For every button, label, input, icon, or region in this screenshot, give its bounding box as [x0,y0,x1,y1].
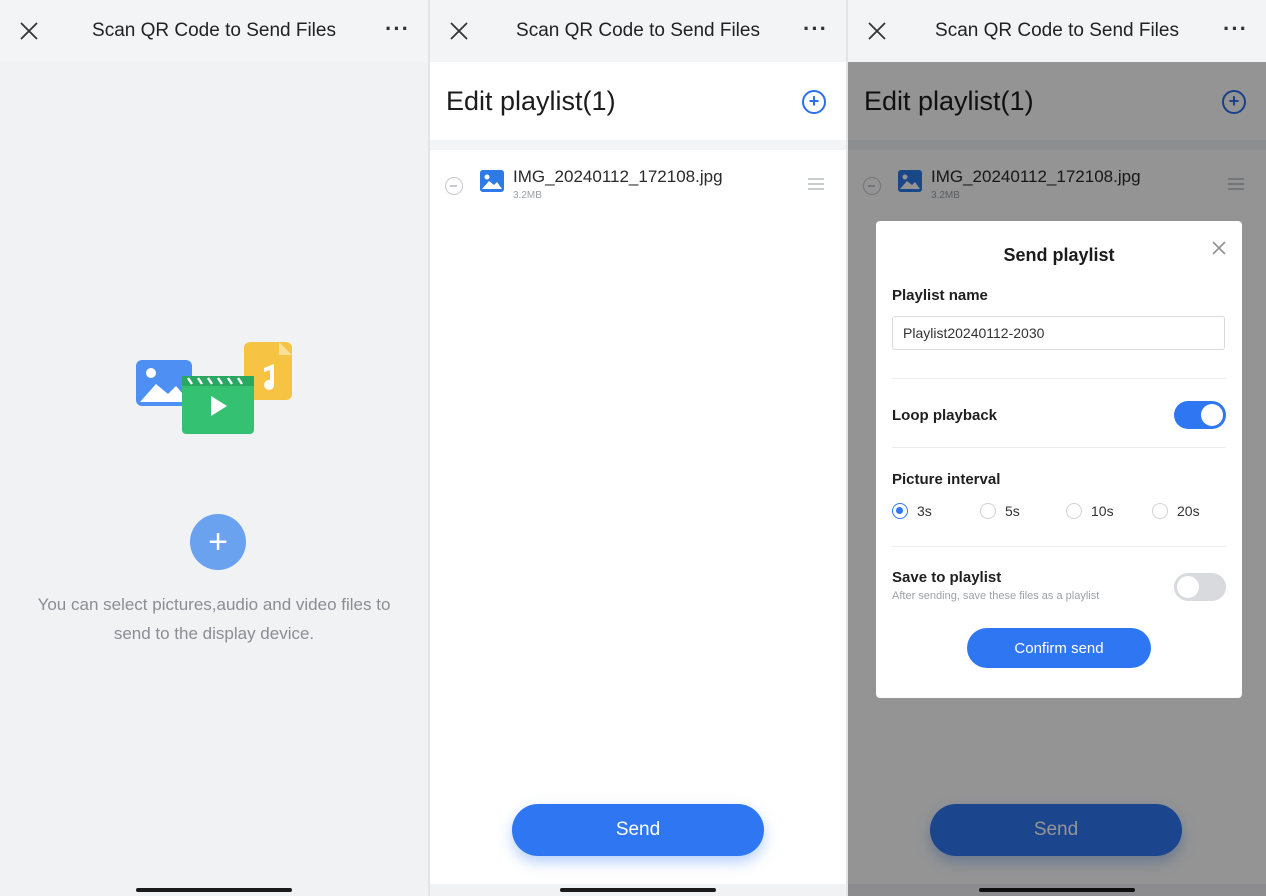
add-files-button[interactable]: + [190,514,246,570]
file-name: IMG_20240112_172108.jpg [513,167,723,186]
home-indicator [560,888,716,892]
nav-bar: Scan QR Code to Send Files ··· [848,0,1266,62]
divider [892,546,1226,547]
nav-title: Scan QR Code to Send Files [516,20,760,41]
section-divider [430,140,846,150]
media-files-icon [136,342,292,434]
image-file-icon [480,170,504,192]
edit-header: Edit playlist(1) + [430,62,846,140]
playlist-name-label: Playlist name [892,287,988,304]
radio-icon [980,503,996,519]
close-icon[interactable] [866,20,888,42]
radio-icon [1066,503,1082,519]
nav-bar: Scan QR Code to Send Files ··· [430,0,846,62]
send-playlist-dialog: Send playlist Playlist name Loop playbac… [876,221,1242,698]
close-icon[interactable] [18,20,40,42]
file-size: 3.2MB [513,190,542,201]
confirm-send-button[interactable]: Confirm send [967,628,1151,668]
interval-radio-10s[interactable]: 10s [1066,503,1114,519]
more-icon[interactable]: ··· [803,18,828,40]
home-indicator [136,888,292,892]
more-icon[interactable]: ··· [385,18,410,40]
save-to-playlist-description: After sending, save these files as a pla… [892,590,1100,602]
nav-title: Scan QR Code to Send Files [92,20,336,41]
save-to-playlist-label: Save to playlist [892,569,1002,586]
screens: Scan QR Code to Send Files ··· + You can… [0,0,1266,896]
save-to-playlist-toggle[interactable] [1174,573,1226,601]
interval-radio-5s[interactable]: 5s [980,503,1020,519]
nav-bar: Scan QR Code to Send Files ··· [0,0,428,62]
close-icon[interactable] [448,20,470,42]
radio-icon [1152,503,1168,519]
interval-radio-3s[interactable]: 3s [892,503,932,519]
dialog-title: Send playlist [1003,245,1115,265]
send-button[interactable]: Send [512,804,764,856]
divider [892,378,1226,379]
remove-circle-icon[interactable] [445,177,463,195]
empty-hint-text: You can select pictures,audio and video … [37,595,391,643]
screen-empty-state: Scan QR Code to Send Files ··· + You can… [0,0,428,896]
picture-interval-label: Picture interval [892,471,1001,488]
more-icon[interactable]: ··· [1223,18,1248,40]
close-icon[interactable] [1212,241,1226,255]
screen-send-playlist-dialog: Scan QR Code to Send Files ··· Edit play… [848,0,1266,896]
nav-title: Scan QR Code to Send Files [935,20,1179,41]
divider [892,447,1226,448]
playlist-name-input[interactable] [892,316,1225,350]
interval-radio-20s[interactable]: 20s [1152,503,1200,519]
list-item[interactable]: IMG_20240112_172108.jpg 3.2MB [430,150,846,220]
interval-radio-group: 3s 5s 10s 20s [892,503,1226,525]
radio-icon [892,503,908,519]
loop-playback-label: Loop playback [892,407,998,424]
loop-playback-toggle[interactable] [1174,401,1226,429]
page-title: Edit playlist(1) [446,85,616,116]
add-circle-icon[interactable]: + [802,90,826,114]
drag-handle-icon[interactable] [808,178,824,190]
screen-edit-playlist: Scan QR Code to Send Files ··· Edit play… [430,0,846,896]
